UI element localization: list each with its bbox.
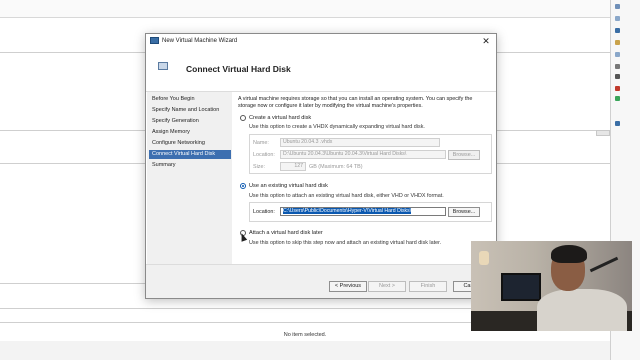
pane-splitter[interactable]: [596, 130, 610, 136]
remove-server-icon[interactable]: [615, 86, 620, 91]
inspect-disk-icon[interactable]: [615, 64, 620, 69]
create-disk-label: Create a virtual hard disk: [249, 115, 312, 121]
size-unit: GB (Maximum: 64 TB): [309, 164, 363, 170]
page-title: Connect Virtual Hard Disk: [186, 64, 291, 74]
size-field[interactable]: 127: [280, 162, 306, 171]
existing-browse-button[interactable]: Browse...: [448, 207, 480, 217]
create-disk-help: Use this option to create a VHDX dynamic…: [249, 124, 425, 130]
step-connect-virtual-hard-disk[interactable]: Connect Virtual Hard Disk: [149, 150, 231, 159]
wizard-footer: < Previous Next > Finish Cancel: [146, 264, 496, 298]
vswitch-icon[interactable]: [615, 40, 620, 45]
previous-button[interactable]: < Previous: [329, 281, 367, 292]
step-before-you-begin[interactable]: Before You Begin: [149, 95, 231, 104]
hyperv-icon: [150, 37, 159, 44]
new-vm-wizard-dialog: New Virtual Machine Wizard ✕ Connect Vir…: [145, 33, 497, 299]
create-disk-radio[interactable]: [240, 115, 246, 121]
manager-icon[interactable]: [615, 28, 620, 33]
help-icon[interactable]: [615, 121, 620, 126]
existing-disk-label: Use an existing virtual hard disk: [249, 183, 328, 189]
existing-location-label: Location:: [253, 209, 275, 215]
hard-disk-icon: [158, 62, 168, 70]
wizard-step-list: Before You Begin Specify Name and Locati…: [147, 92, 232, 264]
dialog-titlebar[interactable]: New Virtual Machine Wizard ✕: [146, 34, 496, 49]
close-button[interactable]: ✕: [479, 35, 493, 47]
finish-button[interactable]: Finish: [409, 281, 447, 292]
existing-location-value: C:\Users\Public\Documents\Hyper-V\Virtua…: [283, 208, 412, 214]
import-icon[interactable]: [615, 4, 620, 9]
existing-disk-radio[interactable]: [240, 183, 246, 189]
step-configure-networking[interactable]: Configure Networking: [149, 139, 231, 148]
existing-location-field[interactable]: C:\Users\Public\Documents\Hyper-V\Virtua…: [280, 207, 446, 216]
stop-icon[interactable]: [615, 74, 620, 79]
step-summary[interactable]: Summary: [149, 161, 231, 170]
create-browse-button[interactable]: Browse...: [448, 150, 480, 160]
settings-icon[interactable]: [615, 16, 620, 21]
wizard-content: A virtual machine requires storage so th…: [238, 92, 492, 262]
dialog-title: New Virtual Machine Wizard: [162, 38, 238, 44]
next-button[interactable]: Next >: [368, 281, 406, 292]
size-label: Size:: [253, 164, 265, 170]
later-disk-label: Attach a virtual hard disk later: [249, 230, 323, 236]
refresh-icon[interactable]: [615, 96, 620, 101]
step-specify-generation[interactable]: Specify Generation: [149, 117, 231, 126]
create-location-field[interactable]: D:\Ubuntu 20.04.3\Ubuntu 20.04.3\Virtual…: [280, 150, 446, 159]
description-text: A virtual machine requires storage so th…: [238, 96, 473, 109]
step-specify-name-location[interactable]: Specify Name and Location: [149, 106, 231, 115]
name-field[interactable]: Ubuntu 20.04.3 .vhdx: [280, 138, 440, 147]
step-assign-memory[interactable]: Assign Memory: [149, 128, 231, 137]
webcam-overlay: [471, 241, 632, 331]
wizard-header: Connect Virtual Hard Disk: [146, 49, 496, 92]
name-label: Name:: [253, 140, 269, 146]
existing-disk-help: Use this option to attach an existing vi…: [249, 193, 444, 199]
location-label: Location:: [253, 152, 275, 158]
later-disk-help: Use this option to skip this step now an…: [249, 240, 442, 246]
manager-toolbar: [0, 0, 610, 18]
edit-disk-icon[interactable]: [615, 52, 620, 57]
